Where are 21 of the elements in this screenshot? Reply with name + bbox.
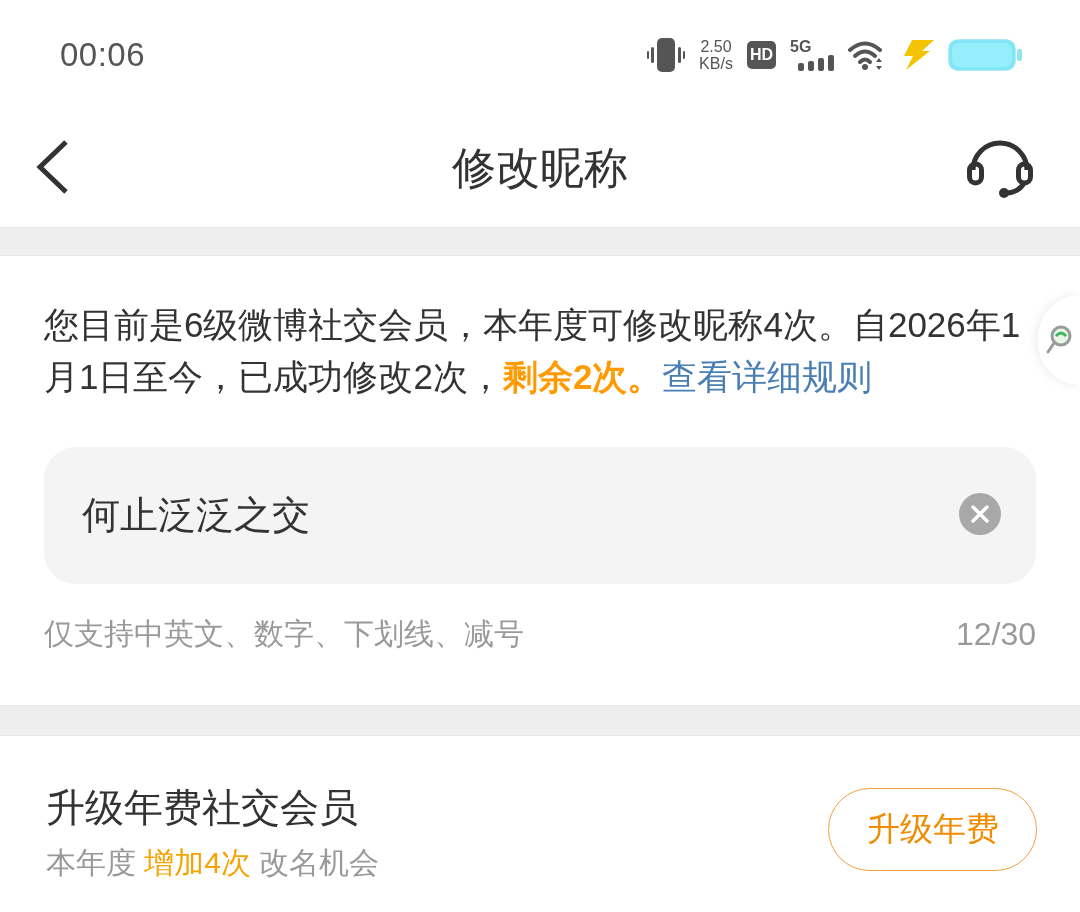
clear-icon [959,493,1001,535]
search-icon [1046,325,1072,355]
page-title: 修改昵称 [452,142,628,194]
nickname-value: 何止泛泛之交 [82,493,310,538]
signal-icon [798,55,834,71]
input-hint: 仅支持中英文、数字、下划线、减号 [44,615,524,652]
back-icon [36,139,70,195]
battery-icon [948,39,1022,71]
char-counter: 12/30 [955,615,1036,653]
nickname-input[interactable]: 何止泛泛之交 [44,447,1036,584]
upgrade-title: 升级年费社交会员 [46,785,359,831]
upgrade-button[interactable]: 升级年费 [828,787,1037,871]
notice-text: 您目前是6级微博社交会员，本年度可修改昵称4次。自2026年1月1日至今，已成功修改2次，剩余2次。查看详细规则 [44,304,1022,398]
hd-badge: HD [746,41,776,69]
vibrate-icon [647,37,686,73]
upgrade-subtitle: 本年度 增加4次 改名机会 [46,845,380,881]
network-type: 5G [790,39,812,55]
net-speed-value: 2.50 [700,38,732,55]
status-time: 00:06 [60,36,146,74]
net-speed-unit: KB/s [699,55,733,72]
rules-link[interactable]: 查看详细规则 [662,357,873,396]
